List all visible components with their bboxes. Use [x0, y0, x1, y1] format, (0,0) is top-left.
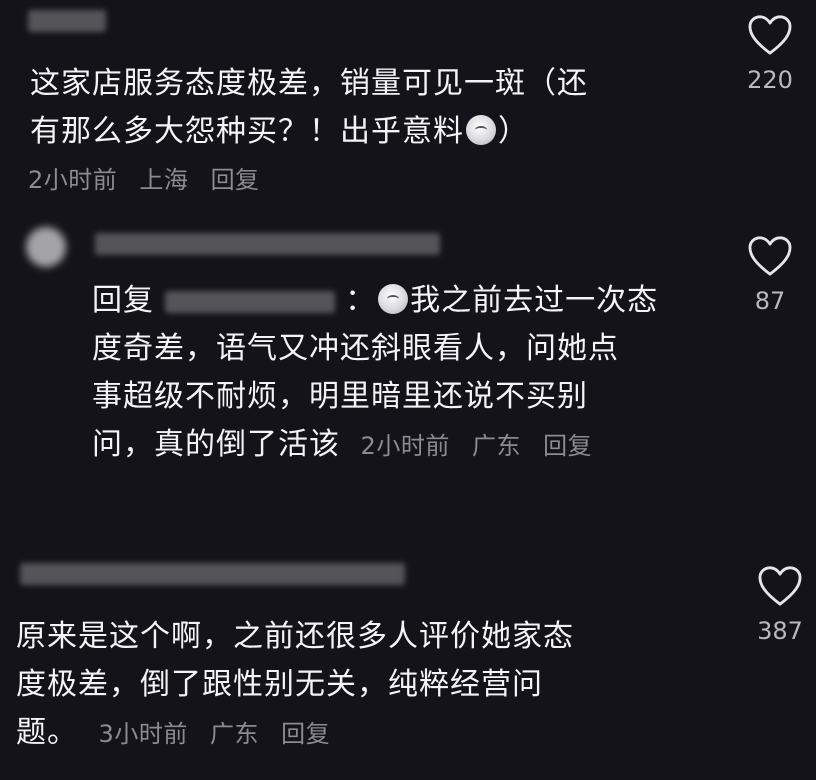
comment-item-2: 回复 ：我之前去过一次态 度奇差，语气又冲还斜眼看人，问她点 事超级不耐烦，明里…: [0, 205, 816, 535]
comment-text: 这家店服务态度极差，销量可见一斑（还 有那么多大怨种买？！出乎意料）: [30, 60, 720, 156]
mentioned-user-blurred[interactable]: [164, 291, 335, 313]
like-count: 87: [754, 287, 786, 315]
reply-text: 回复 ：我之前去过一次态 度奇差，语气又冲还斜眼看人，问她点 事超级不耐烦，明里…: [92, 277, 712, 470]
reply-location: 广东: [471, 432, 521, 460]
reply-text-line: 度奇差，语气又冲还斜眼看人，问她点: [92, 331, 619, 366]
heart-icon[interactable]: [730, 235, 810, 281]
comment-time: 3小时前: [98, 720, 188, 748]
like-column: 87: [730, 235, 810, 315]
comment-text-line: 原来是这个啊，之前还很多人评价她家态: [16, 619, 574, 654]
comment-item-1: 这家店服务态度极差，销量可见一斑（还 有那么多大怨种买？！出乎意料） 2小时前 …: [0, 0, 816, 205]
reply-button[interactable]: 回复: [543, 432, 592, 460]
comment-text: 原来是这个啊，之前还很多人评价她家态 度极差，倒了跟性别无关，纯粹经营问 题。 …: [16, 613, 716, 758]
avatar[interactable]: [26, 227, 66, 267]
comment-meta: 2小时前 上海 回复: [28, 160, 274, 195]
reply-text-line: 事超级不耐烦，明里暗里还说不买别: [92, 379, 588, 414]
username-blurred[interactable]: [95, 233, 440, 259]
comment-text-line: 度极差，倒了跟性别无关，纯粹经营问: [16, 667, 543, 702]
comment-meta: 3小时前 广东 回复: [99, 720, 345, 748]
comment-text-line: 题。 3小时前 广东 回复: [16, 709, 716, 758]
reply-text-line: 回复 ：我之前去过一次态: [92, 283, 659, 318]
username-blurred[interactable]: [20, 563, 405, 589]
comment-location: 广东: [209, 720, 259, 748]
reply-meta: 2小时前 广东 回复: [361, 432, 607, 460]
reply-button[interactable]: 回复: [211, 166, 260, 194]
comment-item-3: 原来是这个啊，之前还很多人评价她家态 度极差，倒了跟性别无关，纯粹经营问 题。 …: [0, 535, 816, 780]
comment-text-line: 有那么多大怨种买？！出乎意料）: [30, 114, 529, 149]
comment-time: 2小时前: [28, 166, 118, 194]
username-blurred[interactable]: [28, 10, 106, 34]
comment-text-line: 这家店服务态度极差，销量可见一斑（还: [30, 66, 588, 101]
like-count: 387: [757, 617, 803, 645]
like-count: 220: [747, 66, 793, 94]
reply-time: 2小时前: [360, 432, 450, 460]
reply-text-line: 问，真的倒了活该 2小时前 广东 回复: [92, 421, 712, 470]
reply-button[interactable]: 回复: [281, 720, 330, 748]
comment-location: 上海: [139, 166, 189, 194]
heart-icon[interactable]: [740, 565, 816, 611]
heart-icon[interactable]: [730, 14, 810, 60]
reply-prefix: 回复: [92, 283, 154, 318]
shocked-face-emoji-icon: [466, 115, 496, 145]
like-column: 220: [730, 14, 810, 94]
sad-face-emoji-icon: [378, 284, 409, 314]
like-column: 387: [740, 565, 816, 645]
